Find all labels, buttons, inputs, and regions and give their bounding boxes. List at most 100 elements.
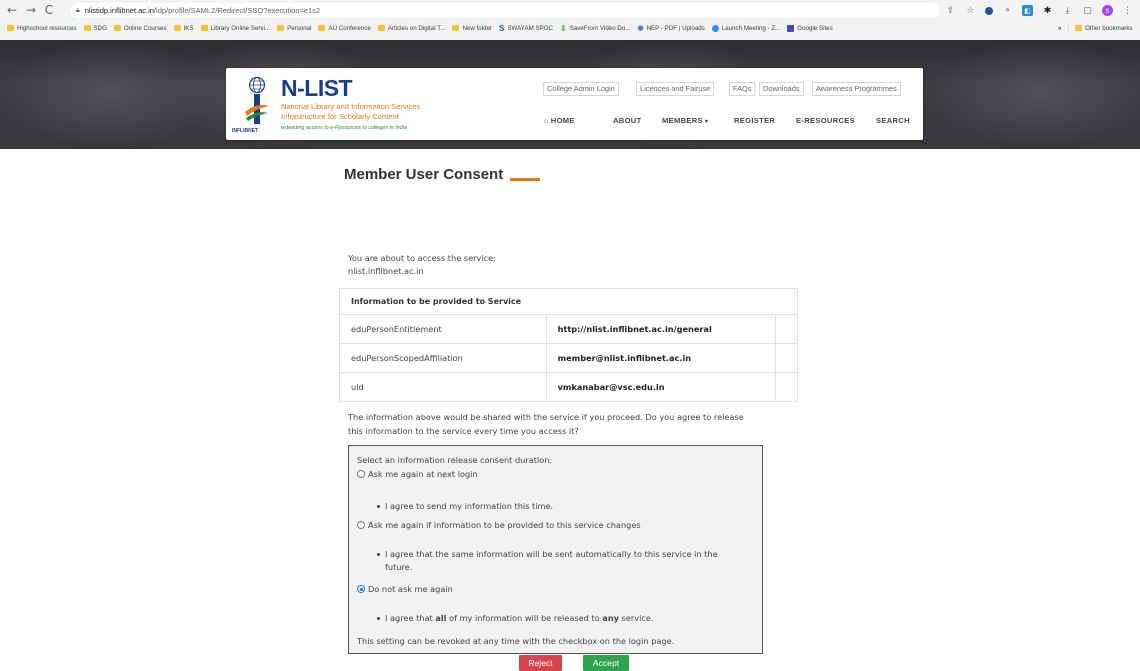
table-row: eduPersonScopedAffiliation member@nlist.… [339, 343, 799, 373]
banner-light [930, 40, 1140, 149]
consent-question: this information to the service every ti… [348, 426, 579, 436]
bookmarks-overflow-button[interactable]: » [1058, 25, 1061, 32]
extension-blue-icon[interactable]: ◧ [1022, 5, 1033, 16]
revoke-note: This setting can be revoked at any time … [357, 636, 675, 646]
other-bookmarks[interactable]: Other bookmarks [1085, 25, 1132, 32]
caret-down-icon: ▾ [702, 119, 709, 125]
bullet [377, 553, 380, 556]
bookmark-item[interactable]: IKS [173, 25, 194, 32]
bookmark-item[interactable]: Online Courses [113, 25, 167, 32]
attribute-value: vmkanabar@vsc.edu.in [545, 372, 776, 402]
attribute-name: eduPersonEntitlement [339, 314, 547, 344]
service-intro: You are about to access the service: [348, 253, 496, 263]
bookmark-item[interactable]: SDG [83, 25, 107, 32]
zoom-icon [711, 24, 719, 32]
google-sites-icon [787, 24, 795, 32]
downloads-link[interactable]: Downloads [759, 82, 804, 96]
folder-icon [7, 25, 14, 31]
bookmark-item[interactable]: Personal [277, 25, 311, 32]
nav-members[interactable]: MEMBERS ▾ [662, 116, 708, 125]
bookmark-item[interactable]: Library Online Servi... [200, 25, 270, 32]
site-logo-title[interactable]: N-LIST [281, 75, 353, 102]
nav-register[interactable]: REGISTER [734, 116, 775, 125]
table-header-row: Information to be provided to Service [339, 288, 798, 315]
table-row: uid vmkanabar@vsc.edu.in [339, 372, 799, 402]
nep-icon: ◉ [637, 25, 644, 32]
bookmarks-bar: Highschool resources SDG Online Courses … [0, 20, 1140, 36]
radio-ask-next-login[interactable] [357, 470, 365, 478]
bookmark-item[interactable]: S SWAYAM SPOC [499, 24, 553, 33]
option-label[interactable]: Ask me again if information to be provid… [368, 520, 641, 530]
radio-ask-if-changes[interactable] [357, 521, 365, 529]
nav-eresources[interactable]: E-RESOURCES [796, 116, 855, 125]
url-bar[interactable]: 🔒︎ nlistidp.inflibnet.ac.in /idp/profile… [70, 3, 940, 18]
bookmark-item[interactable]: ◉ NEP - PDF | Uploads [637, 24, 704, 33]
duration-label: Select an information release consent du… [357, 455, 553, 465]
consent-question: The information above would be shared wi… [348, 412, 744, 422]
option-detail: I agree that all of my information will … [385, 613, 654, 623]
attribute-table: Information to be provided to Service ed… [339, 288, 799, 402]
lock-icon: 🔒︎ [76, 6, 80, 14]
folder-icon [83, 25, 91, 31]
option-label[interactable]: Ask me again at next login [368, 469, 478, 479]
bookmark-item[interactable]: Google Sites [787, 24, 833, 32]
option-detail: I agree that the same information will b… [385, 549, 718, 559]
browser-chrome: ← → C 🔒︎ nlistidp.inflibnet.ac.in /idp/p… [0, 0, 1140, 40]
folder-icon [113, 25, 121, 31]
savefrom-icon: ⬇ [559, 23, 567, 33]
swayam-icon: S [499, 23, 505, 33]
extension-outline-icon[interactable]: ⚬ [1002, 5, 1013, 16]
folder-icon [1075, 25, 1083, 31]
bookmark-item[interactable]: AU Conference [318, 25, 371, 32]
extension-globe-icon[interactable] [985, 6, 993, 15]
bookmark-item[interactable]: Launch Meeting - Z... [711, 24, 780, 32]
nav-about[interactable]: ABOUT [613, 116, 642, 125]
college-admin-login-link[interactable]: College Admin Login [543, 82, 619, 96]
title-underline [510, 178, 540, 181]
folder-icon [377, 25, 385, 31]
accept-button[interactable]: Accept [583, 655, 629, 671]
logo-subtitle: Infrastructure for Scholarly Content [281, 112, 399, 121]
url-path: /idp/profile/SAML2/Redirect/SSO?executio… [153, 6, 321, 15]
url-host: nlistidp.inflibnet.ac.in [84, 6, 154, 15]
table-header: Information to be provided to Service [339, 288, 798, 315]
table-row: eduPersonEntitlement http://nlist.inflib… [339, 314, 799, 344]
bullet [377, 617, 380, 620]
table-cell [774, 372, 799, 402]
option-detail: future. [385, 562, 413, 572]
option-label[interactable]: Do not ask me again [368, 584, 453, 594]
attribute-value: http://nlist.inflibnet.ac.in/general [545, 314, 776, 344]
forward-arrow-icon[interactable]: → [22, 1, 40, 19]
folder-icon [277, 25, 285, 31]
bookmark-star-icon[interactable]: ☆ [965, 5, 976, 16]
back-arrow-icon[interactable]: ← [3, 1, 21, 19]
menu-dots-icon[interactable]: ⋮ [1122, 5, 1133, 16]
download-icon[interactable]: ⤓ [1062, 5, 1073, 16]
bookmark-item[interactable]: New folder [452, 25, 492, 32]
awareness-programmes-link[interactable]: Awareness Programmes [812, 82, 901, 96]
radio-do-not-ask[interactable] [357, 585, 365, 593]
home-icon: ⌂ [544, 118, 551, 125]
bookmark-item[interactable]: Articles on Digital T... [377, 25, 445, 32]
attribute-value: member@nlist.inflibnet.ac.in [545, 343, 776, 373]
licences-fairuse-link[interactable]: Licences and Fairuse [636, 82, 715, 96]
reload-icon[interactable]: C [40, 1, 58, 19]
table-cell [774, 343, 799, 373]
extensions-puzzle-icon[interactable]: ✱ [1042, 5, 1053, 16]
bookmark-item[interactable]: Highschool resources [7, 25, 77, 32]
nav-search[interactable]: SEARCH [876, 116, 910, 125]
browser-toolbar: ⇪ ☆ ⚬ ◧ ✱ ⤓ ▢ S ⋮ [945, 3, 1133, 18]
faqs-link[interactable]: FAQs [729, 82, 756, 96]
logo-subtitle: National Library and Information Service… [281, 102, 421, 111]
reject-button[interactable]: Reject [519, 655, 562, 671]
side-panel-icon[interactable]: ▢ [1082, 5, 1093, 16]
share-icon[interactable]: ⇪ [945, 5, 956, 16]
divider: | [1067, 24, 1070, 32]
inflibnet-logo-icon[interactable] [243, 76, 271, 131]
nav-home[interactable]: ⌂ HOME [544, 116, 575, 125]
profile-avatar[interactable]: S [1102, 5, 1113, 16]
bullet [377, 505, 380, 508]
option-detail: I agree to send my information this time… [385, 501, 554, 511]
folder-icon [173, 25, 181, 31]
bookmark-item[interactable]: ⬇ SaveFrom Video Do... [560, 24, 630, 33]
